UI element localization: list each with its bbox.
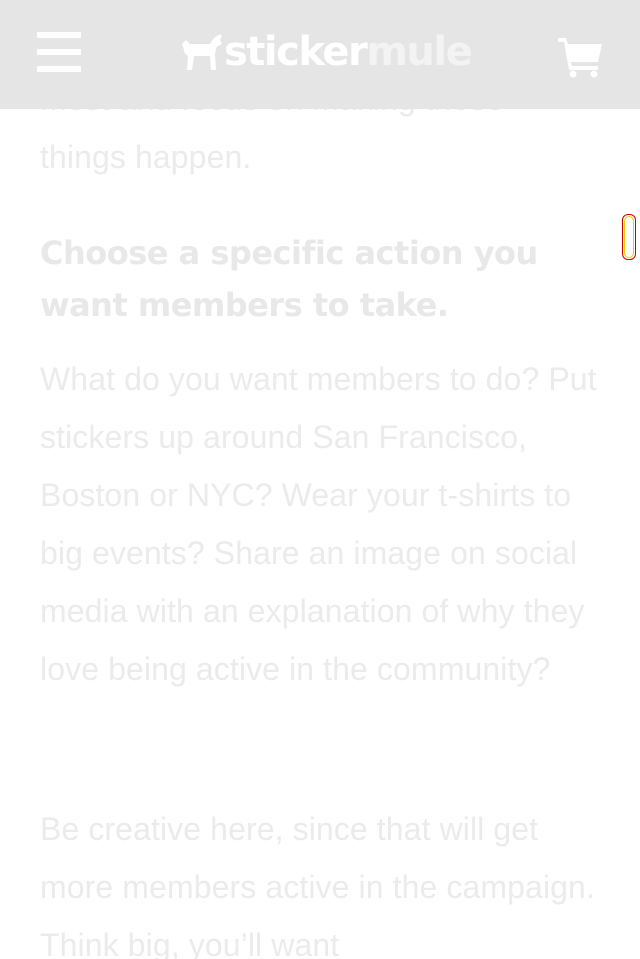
article-paragraph: What do you want members to do? Put stic… [40, 361, 597, 687]
logo-text-sticker: sticker [224, 29, 368, 75]
shopping-cart-icon[interactable] [556, 34, 604, 78]
stickermule-logo[interactable]: sticker mule [180, 22, 473, 82]
scroll-indicator[interactable] [622, 214, 636, 260]
paragraph-end-line: things happen. [40, 139, 252, 175]
mule-icon [182, 34, 222, 70]
logo-text-mule: mule [366, 29, 473, 75]
top-navigation-bar: sticker mule [0, 0, 640, 109]
section-heading: Choose a specific action you want member… [40, 234, 538, 324]
article-paragraph: Be creative here, since that will get mo… [40, 811, 595, 959]
hamburger-menu-icon[interactable] [37, 32, 81, 72]
